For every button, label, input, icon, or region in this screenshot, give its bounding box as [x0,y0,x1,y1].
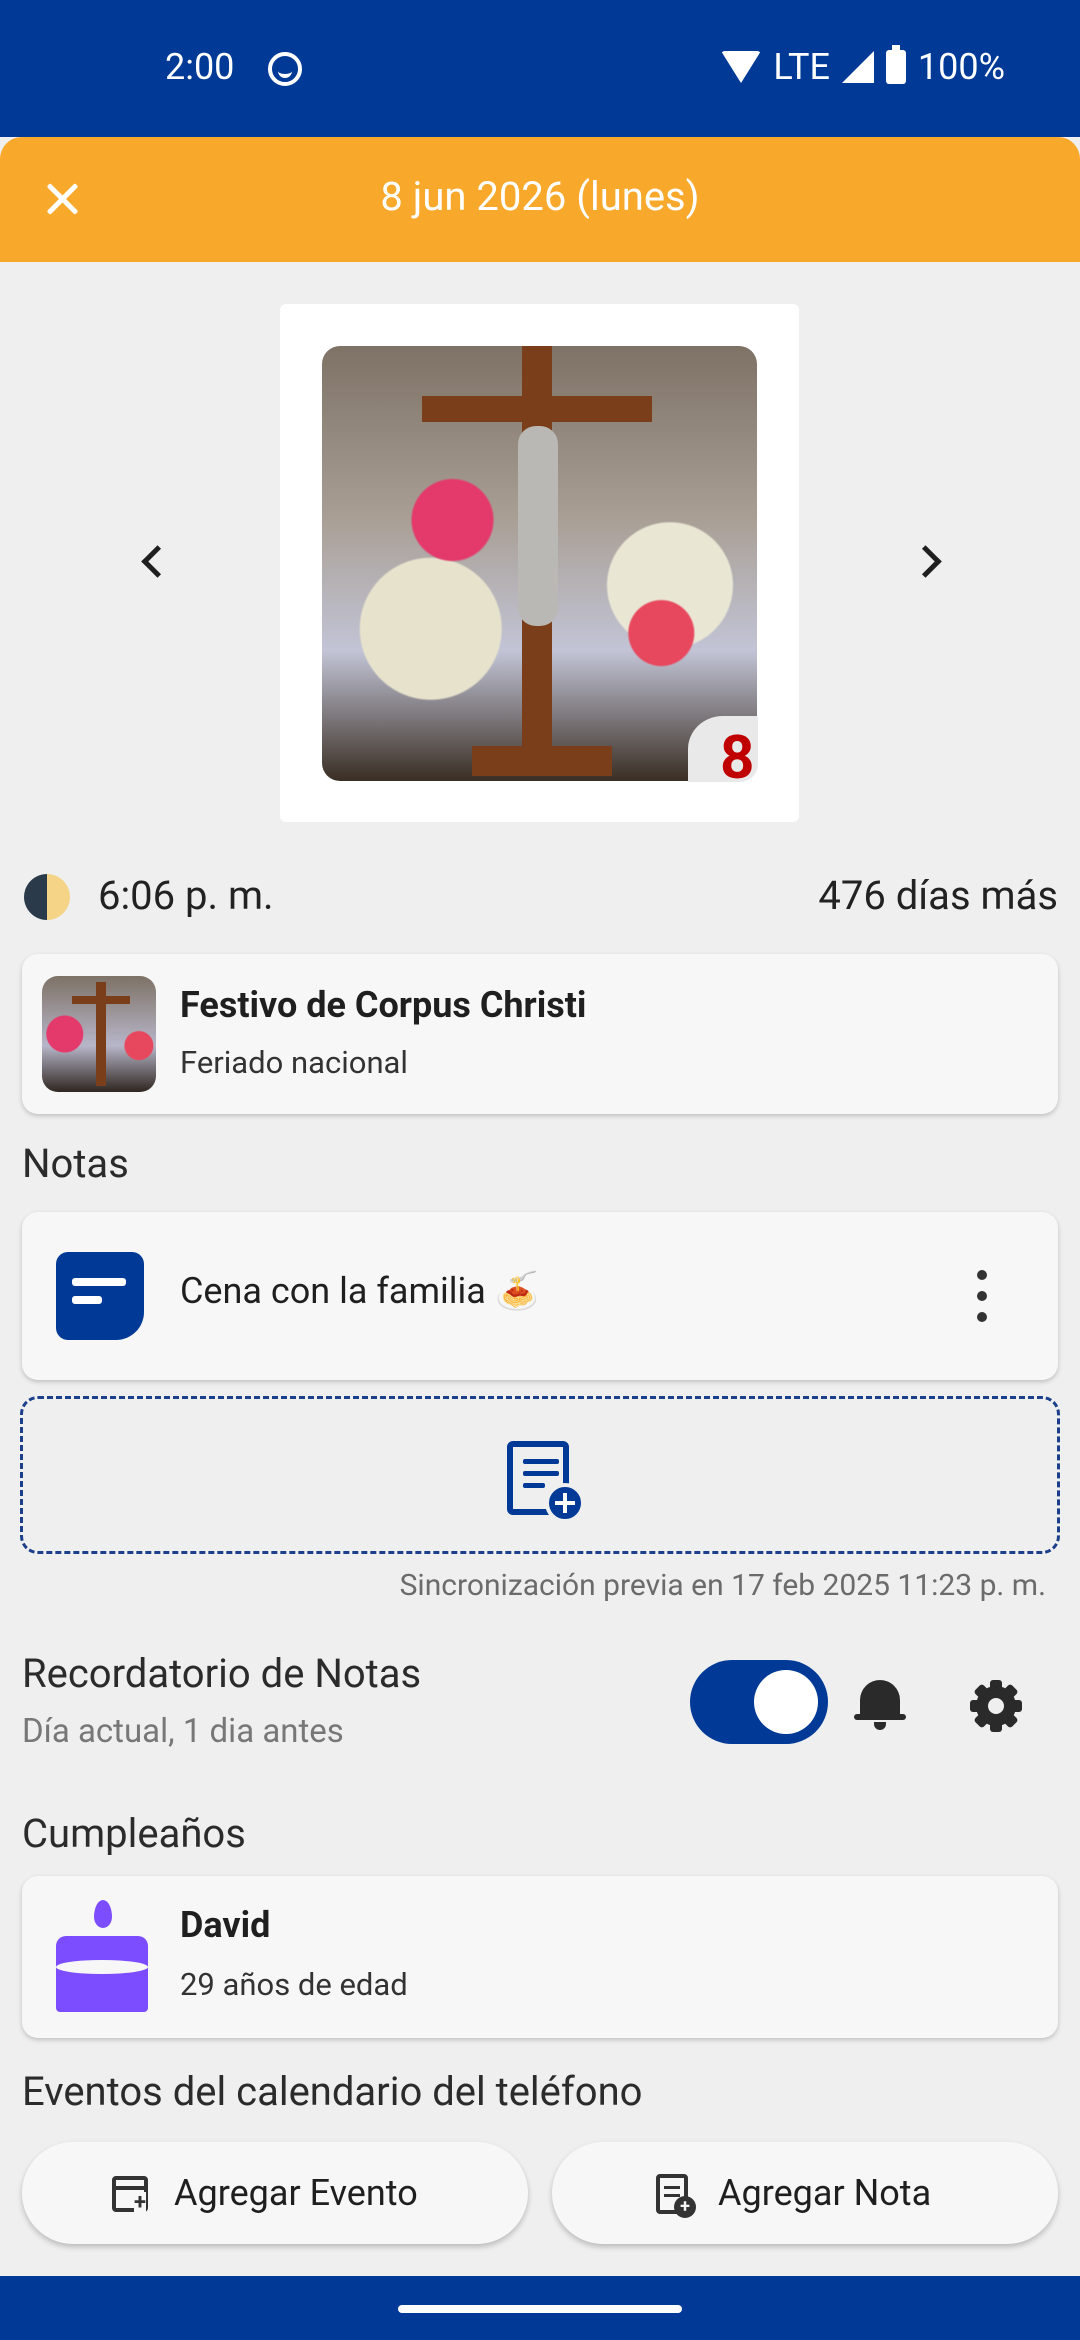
add-note-label: Agregar Nota [718,2172,932,2214]
day-photo [322,346,757,781]
holiday-subtitle: Feriado nacional [180,1044,408,1081]
gear-icon[interactable] [970,1680,1022,1732]
holiday-title: Festivo de Corpus Christi [180,984,587,1026]
calendar-add-icon [112,2176,148,2214]
note-icon [56,1252,144,1340]
note-text: Cena con la familia 🍝 [180,1270,540,1312]
holiday-card[interactable]: Festivo de Corpus Christi Feriado nacion… [22,954,1058,1114]
date-header: 8 jun 2026 (lunes) [0,137,1080,262]
notification-icon [268,52,302,86]
days-remaining: 476 días más [818,872,1058,919]
signal-icon [841,51,874,83]
more-options-icon[interactable] [976,1270,988,1322]
wifi-icon [721,51,762,83]
reminder-title: Recordatorio de Notas [22,1650,422,1697]
day-number: 8 [720,722,755,793]
note-item[interactable]: Cena con la familia 🍝 [22,1212,1058,1380]
add-note-area[interactable] [20,1396,1060,1554]
moon-phase-icon [24,874,70,920]
chevron-left-icon[interactable] [132,542,172,582]
sync-status: Sincronización previa en 17 feb 2025 11:… [399,1568,1046,1603]
battery-icon [885,45,906,84]
reminder-subtitle: Día actual, 1 dia antes [22,1712,344,1751]
header-title: 8 jun 2026 (lunes) [380,173,700,220]
moon-time: 6:06 p. m. [98,872,274,919]
notes-section-title: Notas [22,1140,129,1187]
status-time: 2:00 [165,46,235,88]
birthday-age: 29 años de edad [180,1966,408,2003]
network-type: LTE [773,46,830,88]
holiday-thumbnail [42,976,156,1092]
toggle-knob [754,1670,818,1734]
add-note-button[interactable]: Agregar Nota [552,2142,1058,2244]
status-bar: 2:00 LTE 100% [0,0,1080,137]
home-handle[interactable] [398,2305,682,2313]
birthday-item[interactable]: David 29 años de edad [22,1876,1058,2038]
note-add-icon [656,2174,696,2218]
add-event-button[interactable]: Agregar Evento [22,2142,528,2244]
cake-icon [56,1900,148,2012]
status-indicators: LTE 100% [721,45,1005,88]
bell-icon[interactable] [854,1676,906,1732]
gesture-nav-bar [0,2276,1080,2340]
add-event-label: Agregar Evento [174,2172,418,2214]
birthdays-section-title: Cumpleaños [22,1810,246,1857]
birthday-name: David [180,1904,271,1946]
battery-level: 100% [917,46,1005,88]
chevron-right-icon[interactable] [910,542,950,582]
add-note-icon [507,1441,585,1523]
reminder-toggle[interactable] [690,1660,828,1744]
